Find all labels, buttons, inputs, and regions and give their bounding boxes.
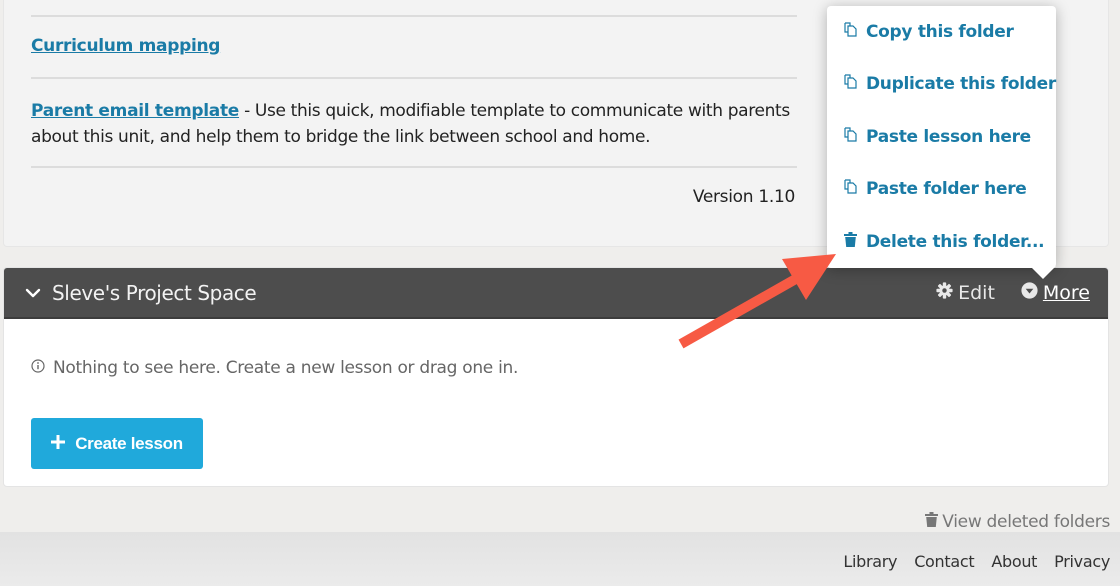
empty-message-text: Nothing to see here. Create a new lesson… (53, 358, 519, 378)
footer-links: Library Contact About Privacy (843, 552, 1110, 571)
caret-circle-icon (1021, 281, 1038, 304)
more-label: More (1042, 281, 1090, 304)
folder-actions: Edit More (936, 282, 1090, 304)
menu-item-label: Duplicate this folder (866, 74, 1056, 95)
edit-button[interactable]: Edit (936, 282, 995, 304)
footer-link-privacy[interactable]: Privacy (1054, 552, 1110, 571)
info-icon (31, 358, 45, 378)
copy-icon (844, 22, 857, 42)
menu-caret (1030, 266, 1056, 279)
divider (31, 166, 797, 168)
menu-item-label: Delete this folder... (866, 231, 1045, 252)
footer-link-about[interactable]: About (991, 552, 1037, 571)
menu-item-delete-folder[interactable]: Delete this folder... (827, 216, 1056, 269)
trash-icon (925, 512, 939, 532)
empty-message: Nothing to see here. Create a new lesson… (31, 358, 518, 378)
footer-link-library[interactable]: Library (843, 552, 897, 571)
copy-icon (844, 127, 857, 147)
view-deleted-label: View deleted folders (942, 512, 1110, 532)
menu-item-paste-folder[interactable]: Paste folder here (827, 163, 1056, 216)
folder-title: Sleve's Project Space (52, 280, 257, 305)
footer-link-contact[interactable]: Contact (914, 552, 974, 571)
menu-item-label: Paste folder here (866, 179, 1027, 200)
footer: Library Contact About Privacy (0, 532, 1120, 586)
curriculum-mapping-link[interactable]: Curriculum mapping (31, 36, 220, 56)
more-dropdown-menu: Copy this folder Duplicate this folder P… (827, 6, 1056, 268)
plus-icon (51, 434, 66, 454)
edit-label: Edit (958, 281, 995, 304)
copy-icon (844, 74, 857, 94)
gear-icon (936, 281, 953, 304)
chevron-down-icon[interactable] (24, 284, 42, 302)
menu-item-label: Paste lesson here (866, 126, 1031, 147)
divider (31, 77, 797, 79)
menu-item-label: Copy this folder (866, 22, 1014, 42)
version-label: Version 1.10 (692, 187, 795, 207)
trash-icon (844, 231, 857, 252)
divider (31, 15, 797, 17)
menu-item-paste-lesson[interactable]: Paste lesson here (827, 111, 1056, 164)
parent-email-template-link[interactable]: Parent email template (31, 101, 239, 121)
resource-row: Curriculum mapping (31, 36, 220, 56)
menu-item-copy-folder[interactable]: Copy this folder (827, 6, 1056, 58)
menu-item-duplicate-folder[interactable]: Duplicate this folder (827, 58, 1056, 111)
create-lesson-button[interactable]: Create lesson (31, 418, 203, 469)
create-lesson-label: Create lesson (75, 433, 183, 453)
resource-row: Parent email template - Use this quick, … (31, 98, 801, 150)
folder-header: Sleve's Project Space Edit More (4, 268, 1108, 319)
copy-icon (844, 179, 857, 199)
view-deleted-folders-link[interactable]: View deleted folders (925, 512, 1110, 532)
folder-panel: Sleve's Project Space Edit More Nothing … (3, 267, 1109, 487)
more-button[interactable]: More (1021, 282, 1090, 304)
